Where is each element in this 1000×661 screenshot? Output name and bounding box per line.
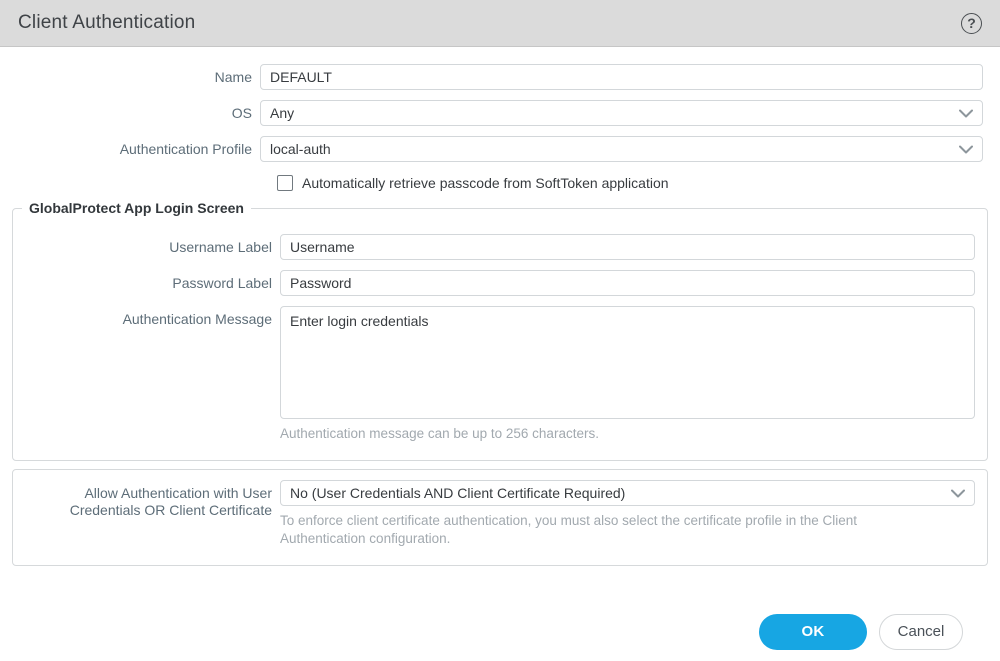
cert-auth-label: Allow Authentication with User Credentia… <box>13 480 280 519</box>
auth-message-label: Authentication Message <box>13 306 280 328</box>
softtoken-row: Automatically retrieve passcode from Sof… <box>277 175 1000 191</box>
username-label-label: Username Label <box>13 239 280 256</box>
chevron-down-icon <box>959 145 973 154</box>
cert-auth-hint: To enforce client certificate authentica… <box>280 512 928 548</box>
os-select-value: Any <box>270 105 294 121</box>
cert-auth-section: Allow Authentication with User Credentia… <box>12 469 988 565</box>
login-screen-legend: GlobalProtect App Login Screen <box>22 200 251 216</box>
dialog-header: Client Authentication ? <box>0 0 1000 47</box>
auth-message-textarea[interactable]: Enter login credentials <box>280 306 975 419</box>
help-icon[interactable]: ? <box>961 13 982 34</box>
cancel-button[interactable]: Cancel <box>879 614 963 650</box>
auth-profile-label: Authentication Profile <box>0 141 260 158</box>
os-label: OS <box>0 105 260 122</box>
ok-button[interactable]: OK <box>759 614 867 650</box>
os-select[interactable]: Any <box>260 100 983 126</box>
page-title: Client Authentication <box>18 12 195 34</box>
auth-message-row: Authentication Message Enter login crede… <box>13 306 987 443</box>
auth-profile-select-value: local-auth <box>270 141 331 157</box>
username-label-row: Username Label <box>13 234 987 260</box>
name-row: Name <box>0 64 1000 90</box>
dialog-footer: OK Cancel <box>0 614 1000 650</box>
client-authentication-dialog: Client Authentication ? Name OS Any Auth… <box>0 0 1000 650</box>
os-row: OS Any <box>0 100 1000 126</box>
chevron-down-icon <box>951 489 965 498</box>
softtoken-checkbox-label[interactable]: Automatically retrieve passcode from Sof… <box>302 175 669 191</box>
cert-auth-select[interactable]: No (User Credentials AND Client Certific… <box>280 480 975 506</box>
name-label: Name <box>0 69 260 86</box>
auth-profile-select[interactable]: local-auth <box>260 136 983 162</box>
dialog-body: Name OS Any Authentication Profile local… <box>0 47 1000 650</box>
auth-message-hint: Authentication message can be up to 256 … <box>280 425 975 443</box>
login-screen-section: GlobalProtect App Login Screen Username … <box>12 208 988 461</box>
password-label-row: Password Label <box>13 270 987 296</box>
username-label-input[interactable] <box>280 234 975 260</box>
name-input[interactable] <box>260 64 983 90</box>
softtoken-checkbox[interactable] <box>277 175 293 191</box>
cert-auth-row: Allow Authentication with User Credentia… <box>13 480 987 548</box>
password-label-label: Password Label <box>13 275 280 292</box>
cert-auth-select-value: No (User Credentials AND Client Certific… <box>290 485 625 501</box>
password-label-input[interactable] <box>280 270 975 296</box>
chevron-down-icon <box>959 109 973 118</box>
auth-profile-row: Authentication Profile local-auth <box>0 136 1000 162</box>
